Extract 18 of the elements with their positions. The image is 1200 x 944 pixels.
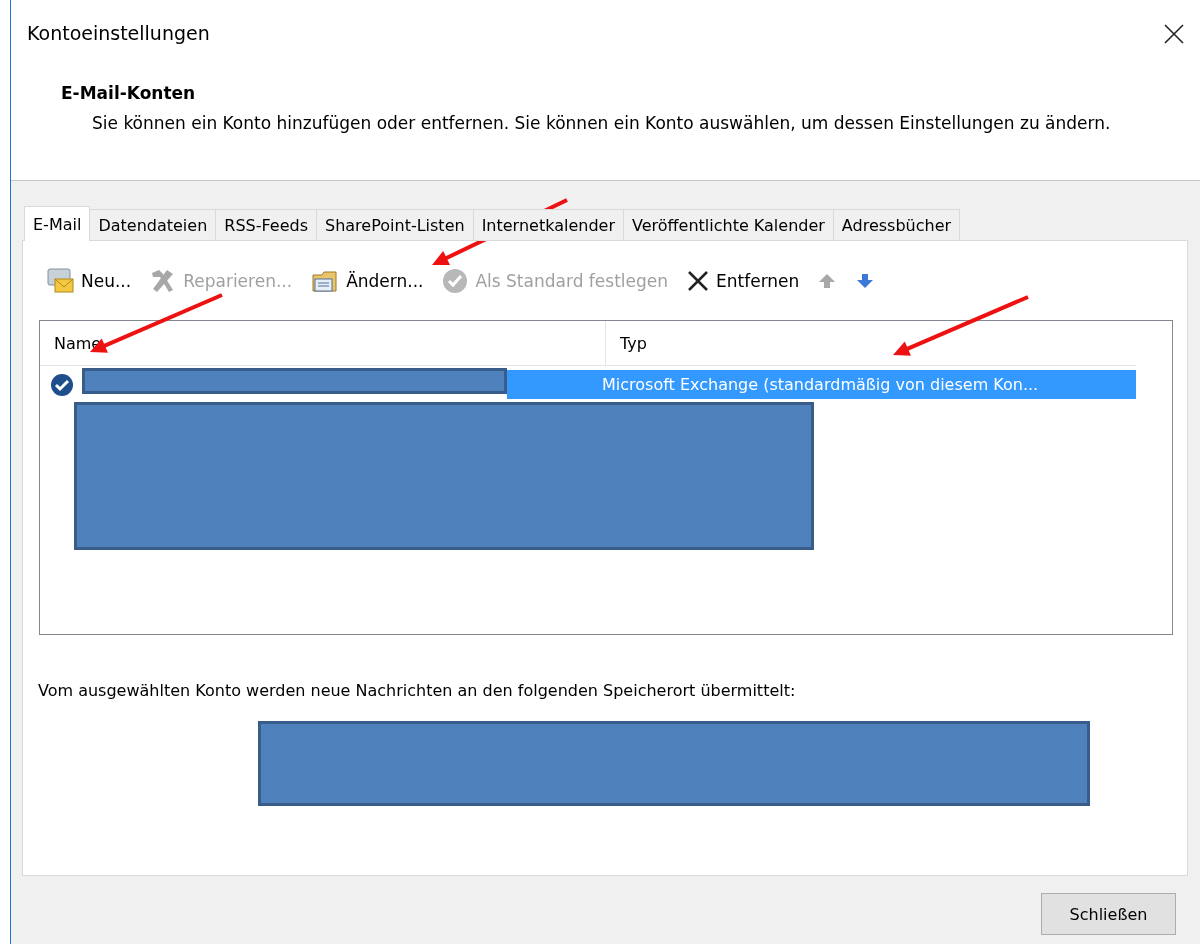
toolbar-button[interactable]: Ändern... — [304, 265, 430, 297]
arrow-down-icon — [855, 271, 876, 291]
tab[interactable]: Internetkalender — [472, 209, 624, 241]
arrow-up-icon — [817, 271, 838, 291]
close-dialog-button[interactable]: Schließen — [1041, 893, 1176, 935]
toolbar-button[interactable]: Entfernen — [680, 267, 806, 295]
tab[interactable]: E-Mail — [24, 206, 91, 241]
toolbar-button[interactable]: Neu... — [39, 265, 138, 297]
section-description: Sie können ein Konto hinzufügen oder entfernen. Sie können ein Konto auswählen, um dessen Einstellungen zu ändern. — [92, 112, 1112, 135]
window-title: Kontoeinstellungen — [27, 22, 210, 44]
delivery-label: Vom ausgewählten Konto werden neue Nachrichten an den folgenden Speicherort übermittelt: — [38, 681, 797, 700]
check-circle-icon — [441, 267, 470, 295]
column-header[interactable]: Typ — [606, 321, 1136, 365]
envelope-icon — [45, 267, 75, 295]
account-type: Microsoft Exchange (standardmäßig von diesem Kon... — [602, 375, 1039, 394]
close-icon — [686, 269, 710, 293]
tab[interactable]: Adressbücher — [832, 209, 961, 241]
section-title: E-Mail-Konten — [61, 83, 197, 103]
